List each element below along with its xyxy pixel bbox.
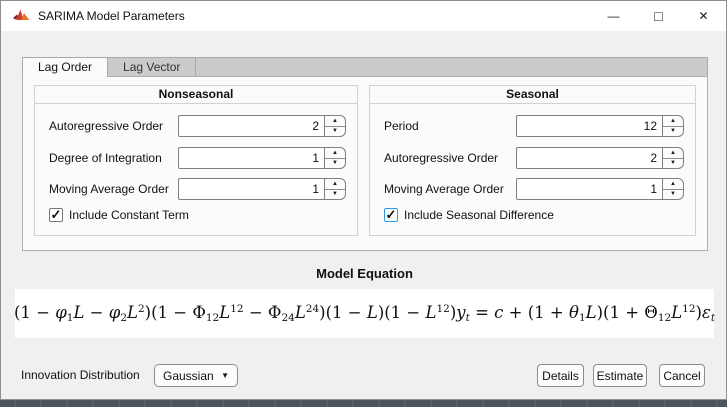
spinner-down-icon: ▼ [670,191,676,197]
seasonal-period-input[interactable] [516,115,662,137]
spinner-up-icon: ▲ [670,181,676,187]
spinner-down-button[interactable]: ▼ [325,190,345,200]
spinner-buttons: ▲ ▼ [662,178,684,200]
seasonal-ar-order-label: Autoregressive Order [384,151,498,165]
spinner-down-icon: ▼ [332,160,338,166]
include-seasonal-difference-row: ✓ Include Seasonal Difference [384,207,554,223]
seasonal-panel: Seasonal Period ▲ ▼ Autoregressive Order [369,85,696,236]
spinner-up-icon: ▲ [332,181,338,187]
title-bar: SARIMA Model Parameters — □ ✕ [1,1,726,31]
maximize-button[interactable]: □ [636,1,681,31]
seasonal-ma-order-input[interactable] [516,178,662,200]
nonseasonal-ar-order-input[interactable] [178,115,324,137]
estimate-button[interactable]: Estimate [593,364,647,387]
spinner-down-icon: ▼ [670,160,676,166]
nonseasonal-integration-spinner: ▲ ▼ [178,147,346,169]
tab-lag-vector[interactable]: Lag Vector [108,58,196,76]
spinner-down-icon: ▼ [670,128,676,134]
details-button[interactable]: Details [537,364,584,387]
minimize-button[interactable]: — [591,1,636,31]
nonseasonal-ar-order-label: Autoregressive Order [49,119,163,133]
spinner-buttons: ▲ ▼ [324,115,346,137]
nonseasonal-integration-input[interactable] [178,147,324,169]
nonseasonal-ma-order-spinner: ▲ ▼ [178,178,346,200]
spinner-up-button[interactable]: ▲ [325,179,345,190]
tab-lag-order[interactable]: Lag Order [23,58,108,77]
model-equation-title: Model Equation [1,266,727,281]
cancel-button[interactable]: Cancel [659,364,705,387]
maximize-icon: □ [654,8,662,24]
nonseasonal-ma-order-label: Moving Average Order [49,182,169,196]
seasonal-period-label: Period [384,119,419,133]
include-constant-term-label: Include Constant Term [69,208,189,222]
spinner-down-icon: ▼ [332,128,338,134]
spinner-down-button[interactable]: ▼ [663,159,683,169]
sarima-dialog-window: SARIMA Model Parameters — □ ✕ Lag Order … [0,0,727,400]
spinner-up-button[interactable]: ▲ [663,116,683,127]
spinner-up-icon: ▲ [332,118,338,124]
spinner-up-button[interactable]: ▲ [325,116,345,127]
include-seasonal-difference-label: Include Seasonal Difference [404,208,554,222]
desktop-background: SARIMA Model Parameters — □ ✕ Lag Order … [0,0,727,407]
nonseasonal-panel-title: Nonseasonal [35,86,357,104]
close-button[interactable]: ✕ [681,1,726,31]
seasonal-ma-order-spinner: ▲ ▼ [516,178,684,200]
spinner-down-button[interactable]: ▼ [663,127,683,137]
innovation-distribution-dropdown[interactable]: Gaussian ▼ [154,364,238,387]
spinner-up-icon: ▲ [670,150,676,156]
include-constant-term-row: ✓ Include Constant Term [49,207,189,223]
spinner-buttons: ▲ ▼ [662,147,684,169]
nonseasonal-ma-order-row: Moving Average Order ▲ ▼ [49,178,346,200]
chevron-down-icon: ▼ [221,371,229,380]
seasonal-panel-title: Seasonal [370,86,695,104]
spinner-down-button[interactable]: ▼ [663,190,683,200]
include-constant-term-checkbox[interactable]: ✓ [49,208,63,222]
spinner-buttons: ▲ ▼ [324,178,346,200]
model-equation-box: (1 − φ1L − φ2L2)(1 − Φ12L12 − Φ24L24)(1 … [15,289,714,338]
seasonal-period-spinner: ▲ ▼ [516,115,684,137]
include-seasonal-difference-checkbox[interactable]: ✓ [384,208,398,222]
seasonal-ma-order-row: Moving Average Order ▲ ▼ [384,178,684,200]
seasonal-ar-order-input[interactable] [516,147,662,169]
spinner-down-button[interactable]: ▼ [325,127,345,137]
window-title: SARIMA Model Parameters [38,1,185,31]
dropdown-selected-value: Gaussian [163,369,214,383]
nonseasonal-panel: Nonseasonal Autoregressive Order ▲ ▼ Deg… [34,85,358,236]
checkmark-icon: ✓ [386,208,397,221]
close-icon: ✕ [698,9,708,23]
seasonal-period-row: Period ▲ ▼ [384,115,684,137]
minimize-icon: — [608,9,620,23]
seasonal-ar-order-row: Autoregressive Order ▲ ▼ [384,147,684,169]
spinner-up-button[interactable]: ▲ [663,148,683,159]
matlab-logo-icon [13,8,30,24]
spinner-up-button[interactable]: ▲ [325,148,345,159]
spinner-buttons: ▲ ▼ [324,147,346,169]
nonseasonal-integration-label: Degree of Integration [49,151,162,165]
spinner-down-icon: ▼ [332,191,338,197]
seasonal-ma-order-label: Moving Average Order [384,182,504,196]
checkmark-icon: ✓ [51,208,62,221]
innovation-distribution-label: Innovation Distribution [21,364,140,387]
tab-bar: Lag Order Lag Vector [22,57,708,76]
spinner-buttons: ▲ ▼ [662,115,684,137]
lag-order-tab-panel: Nonseasonal Autoregressive Order ▲ ▼ Deg… [22,76,708,251]
window-controls: — □ ✕ [591,1,726,31]
spinner-up-button[interactable]: ▲ [663,179,683,190]
spinner-down-button[interactable]: ▼ [325,159,345,169]
nonseasonal-integration-row: Degree of Integration ▲ ▼ [49,147,346,169]
model-equation: (1 − φ1L − φ2L2)(1 − Φ12L12 − Φ24L24)(1 … [14,303,715,324]
nonseasonal-ar-order-spinner: ▲ ▼ [178,115,346,137]
nonseasonal-ar-order-row: Autoregressive Order ▲ ▼ [49,115,346,137]
seasonal-ar-order-spinner: ▲ ▼ [516,147,684,169]
nonseasonal-ma-order-input[interactable] [178,178,324,200]
spinner-up-icon: ▲ [332,150,338,156]
spinner-up-icon: ▲ [670,118,676,124]
